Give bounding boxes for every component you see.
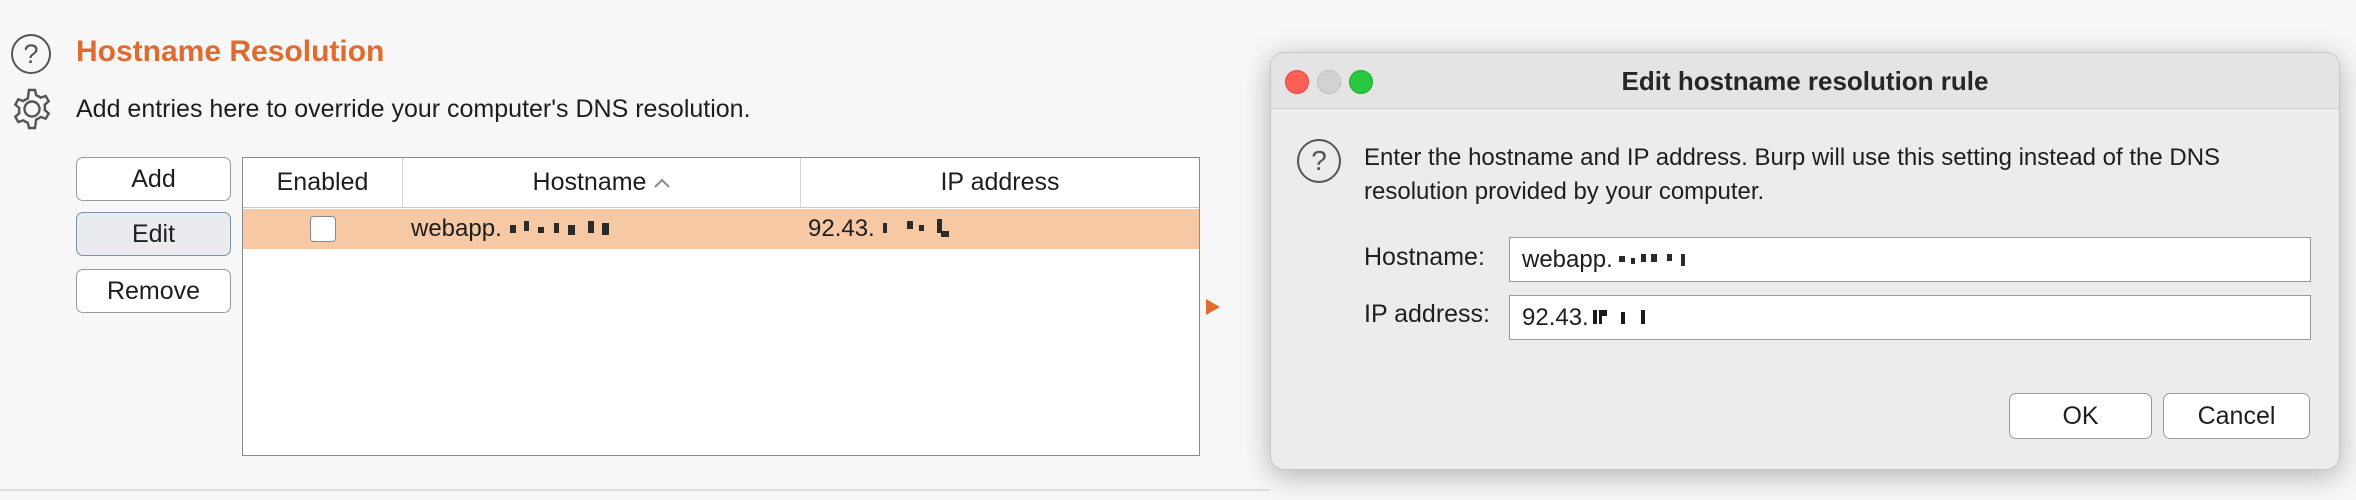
hostname-cell: webapp. xyxy=(411,209,615,249)
ip-address-field[interactable]: 92.43. xyxy=(1509,295,2311,340)
hostname-value: webapp. xyxy=(411,215,502,242)
column-header-ip-address[interactable]: IP address xyxy=(801,158,1199,207)
edit-rule-dialog: Edit hostname resolution rule ? Enter th… xyxy=(1270,52,2340,470)
hostname-label: Hostname: xyxy=(1364,243,1485,271)
redacted-text-icon xyxy=(509,221,609,235)
enabled-checkbox[interactable] xyxy=(310,216,336,242)
cancel-button[interactable]: Cancel xyxy=(2163,393,2310,439)
section-title: Hostname Resolution xyxy=(76,35,385,68)
add-button[interactable]: Add xyxy=(76,157,231,201)
hostname-table[interactable]: Enabled Hostname IP address webapp. 92.4… xyxy=(242,157,1200,456)
remove-button[interactable]: Remove xyxy=(76,269,231,313)
dialog-titlebar[interactable]: Edit hostname resolution rule xyxy=(1271,53,2339,109)
dialog-message: Enter the hostname and IP address. Burp … xyxy=(1364,144,2221,205)
enabled-cell xyxy=(243,209,403,249)
ok-button[interactable]: OK xyxy=(2009,393,2152,439)
help-icon[interactable]: ? xyxy=(11,34,51,74)
ip-value: 92.43. xyxy=(808,215,875,242)
hostname-field[interactable]: webapp. xyxy=(1509,237,2311,282)
redacted-text-icon xyxy=(1618,253,1685,266)
redacted-text-icon xyxy=(1592,309,1645,324)
column-header-enabled[interactable]: Enabled xyxy=(243,158,403,207)
dialog-title: Edit hostname resolution rule xyxy=(1621,65,1989,96)
redacted-text-icon xyxy=(882,219,949,237)
sort-ascending-icon xyxy=(654,178,671,188)
hostname-field-value: webapp. xyxy=(1522,245,1613,273)
divider xyxy=(0,489,1270,491)
section-description: Add entries here to override your comput… xyxy=(76,95,751,123)
help-icon: ? xyxy=(1297,139,1341,183)
ip-address-label: IP address: xyxy=(1364,300,1491,328)
column-header-hostname[interactable]: Hostname xyxy=(403,158,801,207)
ip-cell: 92.43. xyxy=(808,209,953,249)
table-header: Enabled Hostname IP address xyxy=(243,158,1199,208)
table-row[interactable]: webapp. 92.43. xyxy=(243,209,1199,249)
edit-button[interactable]: Edit xyxy=(76,212,231,256)
gear-icon[interactable] xyxy=(9,86,55,132)
ip-field-value: 92.43. xyxy=(1522,303,1589,331)
expand-arrow-icon[interactable] xyxy=(1205,298,1221,316)
